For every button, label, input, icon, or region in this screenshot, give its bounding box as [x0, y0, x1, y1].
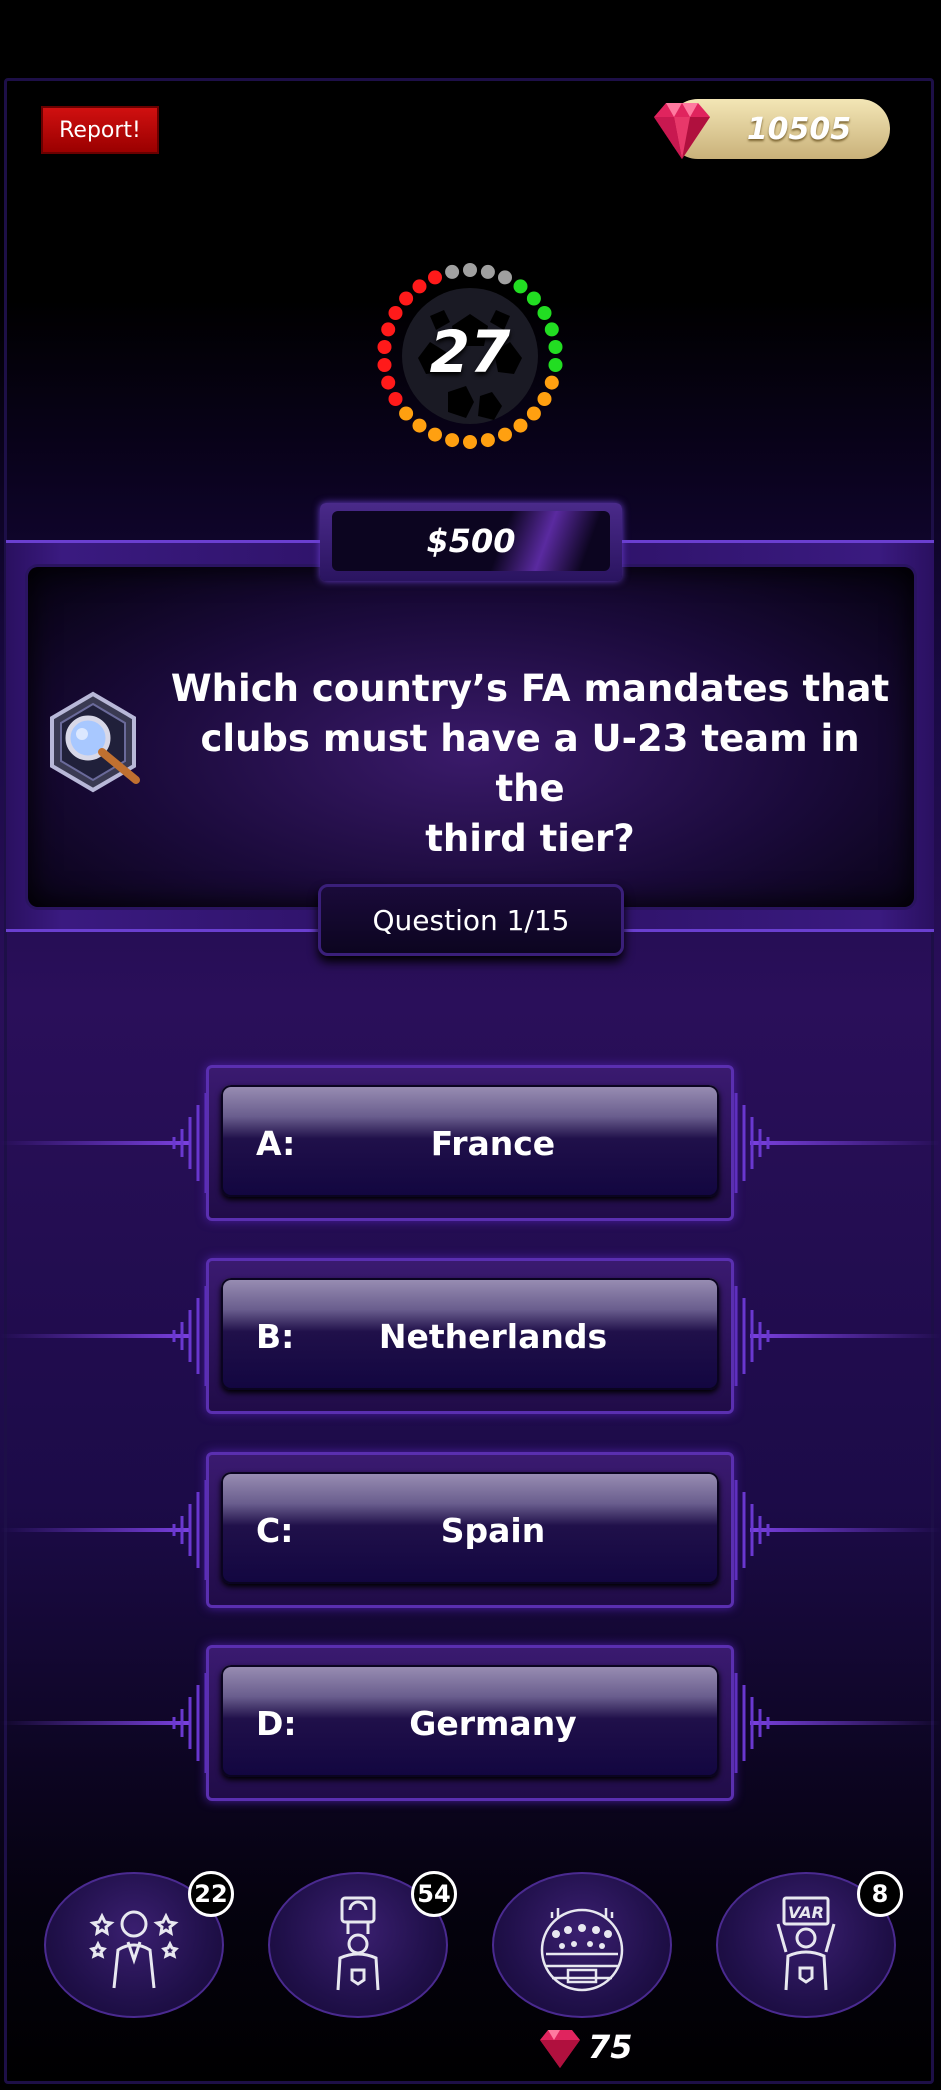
- referee-card-icon: [336, 1896, 380, 1991]
- timer-dot: [463, 263, 477, 277]
- timer-dot: [399, 291, 414, 306]
- lifeline-count-badge: 22: [188, 1871, 234, 1917]
- answer-b[interactable]: B: Netherlands: [0, 1258, 941, 1414]
- timer-dot: [412, 279, 427, 294]
- question-line: Which country’s FA mandates that: [170, 667, 890, 710]
- question-text: Which country’s FA mandates that clubs m…: [170, 664, 890, 864]
- answer-a[interactable]: A: France: [0, 1065, 941, 1221]
- timer-dot: [463, 435, 477, 449]
- timer-dot: [412, 418, 427, 433]
- connector-line: [750, 1141, 941, 1145]
- gem-count: 10505: [746, 111, 852, 147]
- answer-c[interactable]: C: Spain: [0, 1452, 941, 1608]
- timer-dot: [513, 418, 528, 433]
- lifeline-count-badge: 54: [411, 1871, 457, 1917]
- timer-dot: [399, 406, 414, 421]
- svg-text:VAR: VAR: [788, 1903, 824, 1922]
- timer-dot: [513, 279, 528, 294]
- connector-line: [0, 1721, 190, 1725]
- timer-dot: [537, 392, 552, 406]
- fin-left-icon: [172, 1093, 208, 1193]
- question-counter: Question 1/15: [318, 884, 624, 956]
- connector-line: [0, 1528, 190, 1532]
- fin-left-icon: [172, 1673, 208, 1773]
- prize-amount: $500: [332, 511, 610, 571]
- connector-line: [0, 1141, 190, 1145]
- timer-dot: [498, 270, 512, 285]
- timer-dot: [445, 264, 460, 279]
- timer-dot: [480, 264, 495, 279]
- timer-dot: [480, 433, 495, 448]
- answer-text: Germany: [409, 1703, 577, 1743]
- var-referee-icon: VAR: [776, 1896, 836, 1991]
- fin-left-icon: [172, 1286, 208, 1386]
- lifeline-cost-value: 75: [588, 2028, 633, 2066]
- timer-dot: [526, 406, 541, 421]
- answer-text: Spain: [440, 1510, 546, 1550]
- connector-line: [750, 1334, 941, 1338]
- connector-line: [750, 1721, 941, 1725]
- timer-dot: [445, 433, 460, 448]
- game-screen: Report! 10505 27 $500 Which country’s FA…: [0, 0, 941, 2090]
- timer-dot: [526, 291, 541, 306]
- question-line: third tier?: [425, 817, 635, 860]
- lifeline-crowd[interactable]: [492, 1872, 672, 2018]
- timer-value: 27: [429, 318, 511, 386]
- gem-icon: [654, 103, 710, 159]
- answer-text: France: [430, 1123, 556, 1163]
- timer-dot: [388, 392, 403, 406]
- timer-dot: [498, 427, 512, 442]
- timer-dot: [428, 270, 442, 285]
- coach-icon: [89, 1910, 179, 1989]
- fin-left-icon: [172, 1480, 208, 1580]
- connector-line: [750, 1528, 941, 1532]
- answer-text: Netherlands: [378, 1316, 608, 1356]
- lifeline-count-badge: 8: [857, 1871, 903, 1917]
- connector-line: [0, 1334, 190, 1338]
- question-line: clubs must have a U-23 team in the: [200, 717, 860, 810]
- crowd-icon: [540, 1908, 624, 1992]
- timer-dot: [428, 427, 442, 442]
- report-button[interactable]: Report!: [41, 106, 159, 154]
- answer-d[interactable]: D: Germany: [0, 1645, 941, 1801]
- magnifier-icon: [50, 691, 140, 793]
